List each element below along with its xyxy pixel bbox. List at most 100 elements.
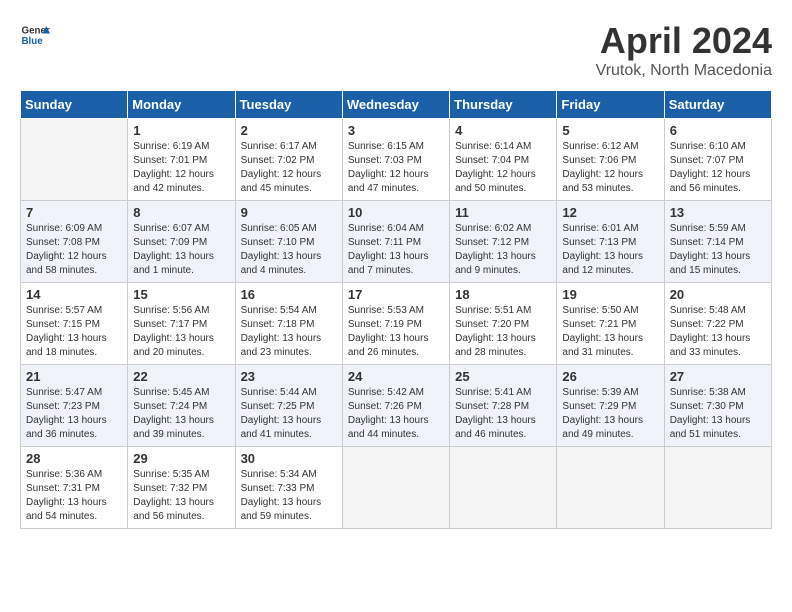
day-info: Sunrise: 6:01 AMSunset: 7:13 PMDaylight:…: [562, 222, 658, 278]
day-header-saturday: Saturday: [664, 91, 771, 119]
calendar-week-5: 28Sunrise: 5:36 AMSunset: 7:31 PMDayligh…: [21, 447, 772, 529]
day-number: 15: [133, 287, 229, 302]
day-number: 27: [670, 369, 766, 384]
calendar-week-4: 21 Sunrise: 5:47 AMSunset: 7:23 PMDayligh…: [21, 365, 772, 447]
day-info: Sunrise: 6:15 AMSunset: 7:03 PMDaylight:…: [348, 140, 444, 196]
day-number: 2: [241, 123, 337, 138]
page-header: General Blue April 2024 Vrutok, North Ma…: [20, 20, 772, 80]
day-number: 6: [670, 123, 766, 138]
calendar-cell: 25 Sunrise: 5:41 AMSunset: 7:28 PMDayligh…: [450, 365, 557, 447]
day-number: 20: [670, 287, 766, 302]
calendar-cell: 24 Sunrise: 5:42 AMSunset: 7:26 PMDayligh…: [342, 365, 449, 447]
calendar-cell: 17 Sunrise: 5:53 AMSunset: 7:19 PMDayligh…: [342, 283, 449, 365]
day-number: 18: [455, 287, 551, 302]
day-info: Sunrise: 5:38 AMSunset: 7:30 PMDaylight:…: [670, 386, 766, 442]
calendar-cell: 26Sunrise: 5:39 AMSunset: 7:29 PMDayligh…: [557, 365, 664, 447]
day-info: Sunrise: 6:17 AMSunset: 7:02 PMDaylight:…: [241, 140, 337, 196]
day-header-tuesday: Tuesday: [235, 91, 342, 119]
calendar-cell: [342, 447, 449, 529]
day-info: Sunrise: 5:42 AMSunset: 7:26 PMDaylight:…: [348, 386, 444, 442]
day-number: 19: [562, 287, 658, 302]
day-info: Sunrise: 5:47 AMSunset: 7:23 PMDaylight:…: [26, 386, 122, 442]
day-number: 9: [241, 205, 337, 220]
logo-icon: General Blue: [20, 20, 50, 50]
day-number: 3: [348, 123, 444, 138]
day-number: 14: [26, 287, 122, 302]
day-info: Sunrise: 6:07 AMSunset: 7:09 PMDaylight:…: [133, 222, 229, 278]
day-info: Sunrise: 5:53 AMSunset: 7:19 PMDaylight:…: [348, 304, 444, 360]
title-block: April 2024 Vrutok, North Macedonia: [596, 20, 772, 80]
day-number: 4: [455, 123, 551, 138]
calendar-cell: 6 Sunrise: 6:10 AMSunset: 7:07 PMDaylight…: [664, 119, 771, 201]
calendar-cell: 21 Sunrise: 5:47 AMSunset: 7:23 PMDayligh…: [21, 365, 128, 447]
day-number: 21: [26, 369, 122, 384]
day-info: Sunrise: 5:48 AMSunset: 7:22 PMDaylight:…: [670, 304, 766, 360]
day-info: Sunrise: 5:41 AMSunset: 7:28 PMDaylight:…: [455, 386, 551, 442]
day-info: Sunrise: 5:35 AMSunset: 7:32 PMDaylight:…: [133, 468, 229, 524]
day-header-thursday: Thursday: [450, 91, 557, 119]
day-info: Sunrise: 5:39 AMSunset: 7:29 PMDaylight:…: [562, 386, 658, 442]
day-number: 1: [133, 123, 229, 138]
day-info: Sunrise: 5:54 AMSunset: 7:18 PMDaylight:…: [241, 304, 337, 360]
day-info: Sunrise: 5:56 AMSunset: 7:17 PMDaylight:…: [133, 304, 229, 360]
day-number: 23: [241, 369, 337, 384]
calendar-cell: 29Sunrise: 5:35 AMSunset: 7:32 PMDayligh…: [128, 447, 235, 529]
day-number: 11: [455, 205, 551, 220]
calendar-cell: 23 Sunrise: 5:44 AMSunset: 7:25 PMDayligh…: [235, 365, 342, 447]
calendar-week-2: 7 Sunrise: 6:09 AMSunset: 7:08 PMDaylight…: [21, 201, 772, 283]
calendar-cell: 12 Sunrise: 6:01 AMSunset: 7:13 PMDayligh…: [557, 201, 664, 283]
calendar-cell: 8 Sunrise: 6:07 AMSunset: 7:09 PMDaylight…: [128, 201, 235, 283]
day-number: 16: [241, 287, 337, 302]
day-info: Sunrise: 6:04 AMSunset: 7:11 PMDaylight:…: [348, 222, 444, 278]
day-header-friday: Friday: [557, 91, 664, 119]
calendar-table: SundayMondayTuesdayWednesdayThursdayFrid…: [20, 90, 772, 529]
calendar-cell: 19Sunrise: 5:50 AMSunset: 7:21 PMDayligh…: [557, 283, 664, 365]
calendar-cell: [21, 119, 128, 201]
calendar-body: 1Sunrise: 6:19 AMSunset: 7:01 PMDaylight…: [21, 119, 772, 529]
calendar-cell: [557, 447, 664, 529]
calendar-cell: 14Sunrise: 5:57 AMSunset: 7:15 PMDayligh…: [21, 283, 128, 365]
day-number: 12: [562, 205, 658, 220]
day-number: 22: [133, 369, 229, 384]
day-number: 17: [348, 287, 444, 302]
day-number: 24: [348, 369, 444, 384]
day-info: Sunrise: 5:45 AMSunset: 7:24 PMDaylight:…: [133, 386, 229, 442]
logo: General Blue: [20, 20, 50, 50]
day-info: Sunrise: 6:09 AMSunset: 7:08 PMDaylight:…: [26, 222, 122, 278]
calendar-cell: 18 Sunrise: 5:51 AMSunset: 7:20 PMDayligh…: [450, 283, 557, 365]
calendar-cell: 11Sunrise: 6:02 AMSunset: 7:12 PMDayligh…: [450, 201, 557, 283]
calendar-cell: [450, 447, 557, 529]
calendar-title: April 2024: [596, 20, 772, 62]
day-number: 7: [26, 205, 122, 220]
day-info: Sunrise: 6:14 AMSunset: 7:04 PMDaylight:…: [455, 140, 551, 196]
days-header-row: SundayMondayTuesdayWednesdayThursdayFrid…: [21, 91, 772, 119]
calendar-cell: 15 Sunrise: 5:56 AMSunset: 7:17 PMDayligh…: [128, 283, 235, 365]
day-number: 8: [133, 205, 229, 220]
calendar-cell: 7 Sunrise: 6:09 AMSunset: 7:08 PMDaylight…: [21, 201, 128, 283]
calendar-cell: 1Sunrise: 6:19 AMSunset: 7:01 PMDaylight…: [128, 119, 235, 201]
day-info: Sunrise: 6:05 AMSunset: 7:10 PMDaylight:…: [241, 222, 337, 278]
day-info: Sunrise: 5:51 AMSunset: 7:20 PMDaylight:…: [455, 304, 551, 360]
day-number: 25: [455, 369, 551, 384]
calendar-cell: 30 Sunrise: 5:34 AMSunset: 7:33 PMDayligh…: [235, 447, 342, 529]
day-info: Sunrise: 5:44 AMSunset: 7:25 PMDaylight:…: [241, 386, 337, 442]
calendar-cell: 4 Sunrise: 6:14 AMSunset: 7:04 PMDaylight…: [450, 119, 557, 201]
day-number: 5: [562, 123, 658, 138]
calendar-cell: 5 Sunrise: 6:12 AMSunset: 7:06 PMDaylight…: [557, 119, 664, 201]
calendar-cell: 10Sunrise: 6:04 AMSunset: 7:11 PMDayligh…: [342, 201, 449, 283]
day-header-monday: Monday: [128, 91, 235, 119]
calendar-cell: 9 Sunrise: 6:05 AMSunset: 7:10 PMDaylight…: [235, 201, 342, 283]
calendar-cell: 16 Sunrise: 5:54 AMSunset: 7:18 PMDayligh…: [235, 283, 342, 365]
day-number: 13: [670, 205, 766, 220]
day-header-wednesday: Wednesday: [342, 91, 449, 119]
calendar-cell: 27 Sunrise: 5:38 AMSunset: 7:30 PMDayligh…: [664, 365, 771, 447]
calendar-cell: 13Sunrise: 5:59 AMSunset: 7:14 PMDayligh…: [664, 201, 771, 283]
calendar-location: Vrutok, North Macedonia: [596, 62, 772, 80]
svg-text:Blue: Blue: [22, 36, 44, 47]
day-info: Sunrise: 6:10 AMSunset: 7:07 PMDaylight:…: [670, 140, 766, 196]
day-number: 30: [241, 451, 337, 466]
calendar-cell: 22 Sunrise: 5:45 AMSunset: 7:24 PMDayligh…: [128, 365, 235, 447]
day-info: Sunrise: 5:34 AMSunset: 7:33 PMDaylight:…: [241, 468, 337, 524]
day-info: Sunrise: 6:12 AMSunset: 7:06 PMDaylight:…: [562, 140, 658, 196]
calendar-week-1: 1Sunrise: 6:19 AMSunset: 7:01 PMDaylight…: [21, 119, 772, 201]
